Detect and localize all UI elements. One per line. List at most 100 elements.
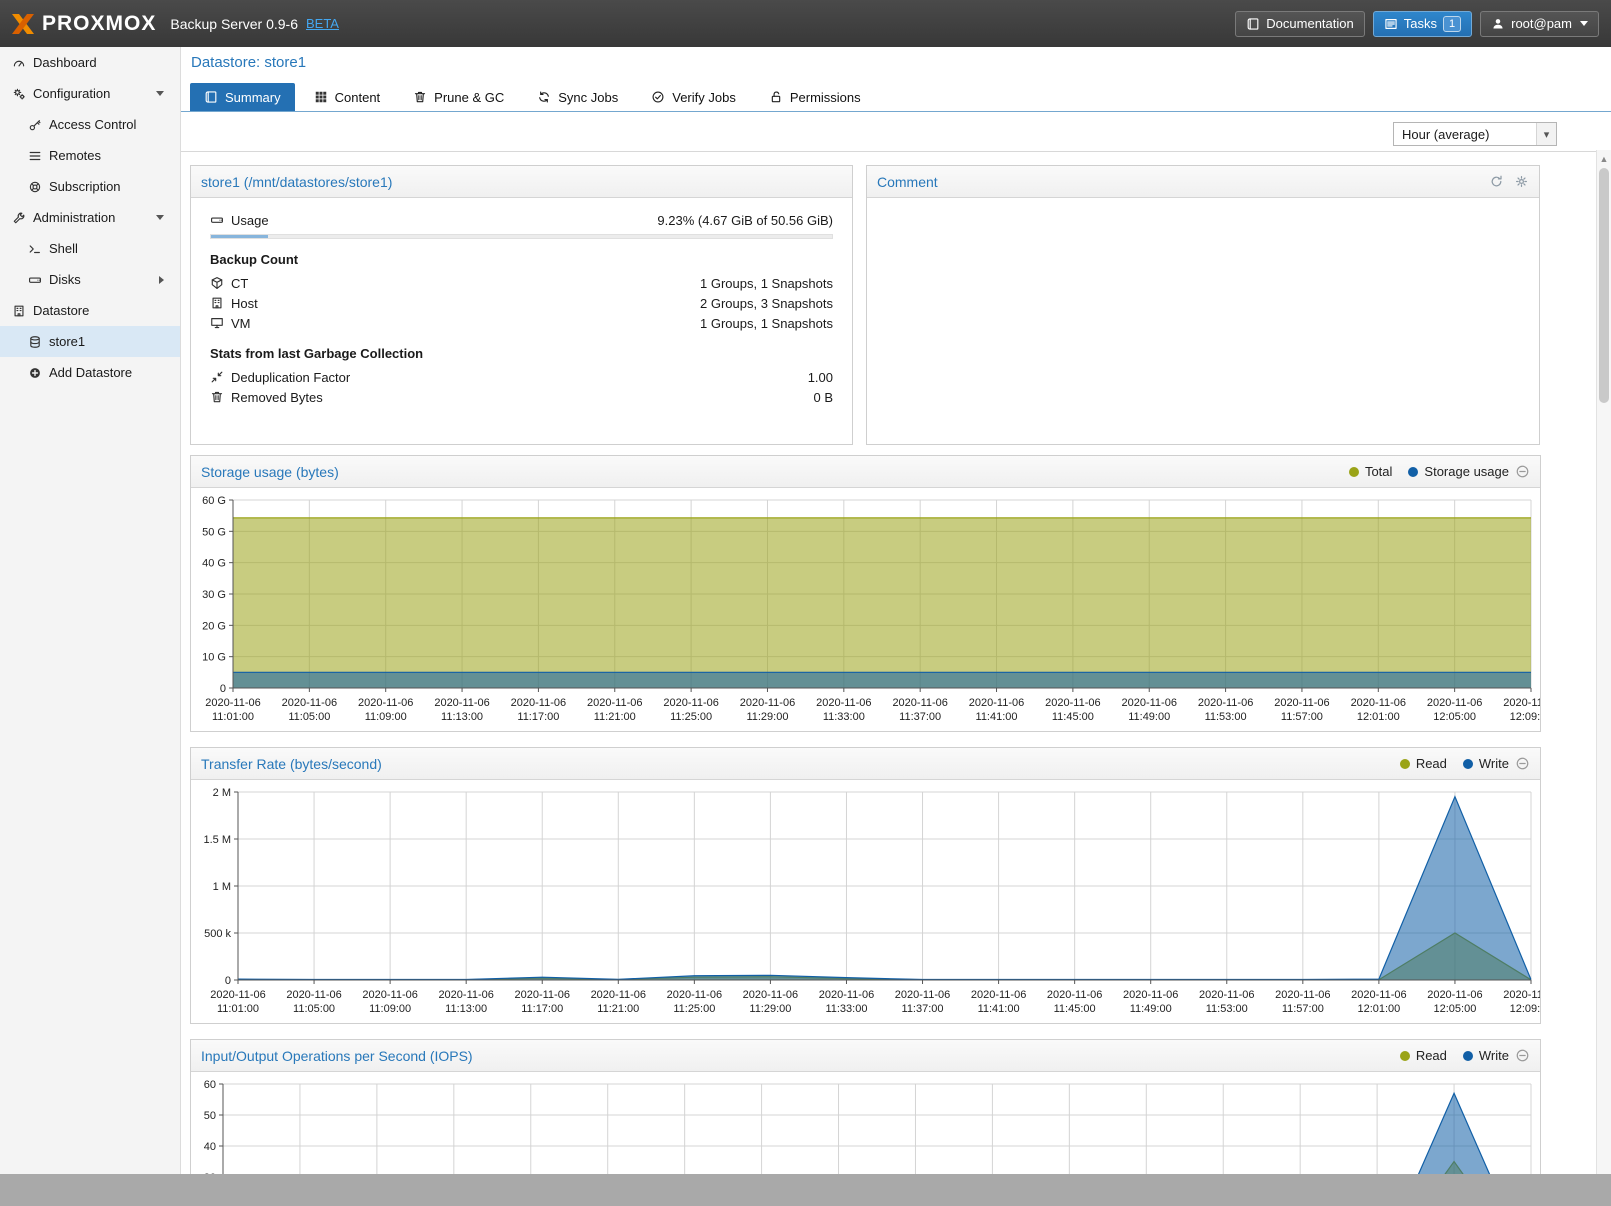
legend-item-read[interactable]: Read: [1400, 1048, 1447, 1063]
sidebar-item-configuration[interactable]: Configuration: [0, 78, 180, 109]
tab-permissions[interactable]: Permissions: [755, 83, 875, 111]
caret-right-icon[interactable]: [159, 276, 164, 284]
page-title: Datastore: store1: [191, 54, 306, 71]
svg-text:12:05:00: 12:05:00: [1434, 1003, 1477, 1015]
summary-panel-header: store1 (/mnt/datastores/store1): [191, 166, 852, 198]
svg-text:11:53:00: 11:53:00: [1205, 711, 1247, 723]
gc-stats-rows: Deduplication Factor1.00Removed Bytes0 B: [210, 367, 833, 407]
usage-value: 9.23% (4.67 GiB of 50.56 GiB): [657, 213, 833, 228]
proxmox-backup-app: PROXMOX Backup Server 0.9-6 BETA Documen…: [0, 0, 1611, 1206]
sidebar-item-subscription[interactable]: Subscription: [0, 171, 180, 202]
svg-text:11:05:00: 11:05:00: [288, 711, 330, 723]
sidebar-item-shell[interactable]: Shell: [0, 233, 180, 264]
hdd-icon: [28, 273, 42, 287]
beta-link[interactable]: BETA: [306, 16, 339, 31]
svg-text:2020-11-06: 2020-11-06: [286, 989, 341, 1001]
tab-verify-jobs[interactable]: Verify Jobs: [637, 83, 750, 111]
tab-summary[interactable]: Summary: [190, 83, 295, 111]
scrollbar-thumb[interactable]: [1599, 168, 1609, 403]
sidebar-item-access-control[interactable]: Access Control: [0, 109, 180, 140]
backup-count-rows: CT1 Groups, 1 SnapshotsHost2 Groups, 3 S…: [210, 273, 833, 333]
legend-item-storage-usage[interactable]: Storage usage: [1408, 464, 1509, 479]
vertical-scrollbar[interactable]: ▲: [1596, 150, 1611, 1206]
legend-dot: [1400, 759, 1410, 769]
summary-row: Removed Bytes0 B: [210, 387, 833, 407]
svg-text:2020-11-06: 2020-11-06: [1427, 697, 1482, 709]
sidebar-item-label: Subscription: [49, 179, 121, 194]
svg-text:11:17:00: 11:17:00: [521, 1003, 563, 1015]
backup-count-heading: Backup Count: [210, 252, 833, 267]
legend-item-total[interactable]: Total: [1349, 464, 1392, 479]
minus-circle-icon[interactable]: [1515, 464, 1530, 479]
svg-text:2020-11-06: 2020-11-06: [969, 697, 1024, 709]
caret-down-icon[interactable]: [156, 91, 164, 96]
sidebar-item-dashboard[interactable]: Dashboard: [0, 47, 180, 78]
chart-title: Input/Output Operations per Second (IOPS…: [201, 1048, 473, 1064]
legend-item-write[interactable]: Write: [1463, 1048, 1509, 1063]
timeframe-select[interactable]: Hour (average) ▾: [1393, 122, 1557, 146]
svg-text:2020-11-06: 2020-11-06: [1351, 697, 1406, 709]
svg-text:2020-11-06: 2020-11-06: [819, 989, 874, 1001]
tab-prune-gc[interactable]: Prune & GC: [399, 83, 518, 111]
sidebar-item-disks[interactable]: Disks: [0, 264, 180, 295]
summary-row: CT1 Groups, 1 Snapshots: [210, 273, 833, 293]
minus-circle-icon[interactable]: [1515, 756, 1530, 771]
svg-text:2020-11-06: 2020-11-06: [282, 697, 337, 709]
transfer-chart-header: Transfer Rate (bytes/second) ReadWrite: [191, 748, 1540, 780]
tab-label: Content: [335, 90, 381, 105]
header-actions: Documentation Tasks 1 root@pam: [1235, 11, 1599, 37]
svg-text:2020-11-06: 2020-11-06: [895, 989, 950, 1001]
grid-icon: [314, 90, 328, 104]
trash-icon: [413, 90, 427, 104]
documentation-button[interactable]: Documentation: [1235, 11, 1364, 37]
svg-text:11:45:00: 11:45:00: [1054, 1003, 1096, 1015]
svg-text:12:05:00: 12:05:00: [1433, 711, 1476, 723]
minus-circle-icon[interactable]: [1515, 1048, 1530, 1063]
chevron-down-icon: [1580, 21, 1588, 26]
svg-text:2020-11-06: 2020-11-06: [1123, 989, 1178, 1001]
svg-text:2020-11-06: 2020-11-06: [663, 697, 718, 709]
compress-icon: [210, 370, 224, 384]
svg-text:11:49:00: 11:49:00: [1128, 711, 1170, 723]
svg-text:2020-11-06: 2020-11-06: [358, 697, 413, 709]
svg-text:12:09:00: 12:09:00: [1510, 1003, 1540, 1015]
gear-icon[interactable]: [1514, 174, 1529, 189]
svg-text:11:53:00: 11:53:00: [1206, 1003, 1248, 1015]
chart-legend: Read Write: [1400, 756, 1509, 771]
sidebar-item-remotes[interactable]: Remotes: [0, 140, 180, 171]
svg-text:11:05:00: 11:05:00: [293, 1003, 335, 1015]
sync-icon: [537, 90, 551, 104]
comment-panel-tools: [1489, 174, 1529, 189]
svg-text:2020-11-06: 2020-11-06: [438, 989, 493, 1001]
svg-text:11:57:00: 11:57:00: [1281, 711, 1323, 723]
sidebar-item-administration[interactable]: Administration: [0, 202, 180, 233]
usage-progress-bar: [210, 234, 833, 239]
sidebar-item-datastore[interactable]: Datastore: [0, 295, 180, 326]
tab-sync-jobs[interactable]: Sync Jobs: [523, 83, 632, 111]
legend-item-read[interactable]: Read: [1400, 756, 1447, 771]
refresh-icon[interactable]: [1489, 174, 1504, 189]
tasks-count-badge: 1: [1443, 16, 1461, 32]
usage-row: Usage 9.23% (4.67 GiB of 50.56 GiB): [210, 210, 833, 230]
sidebar-item-store1[interactable]: store1: [0, 326, 180, 357]
scroll-up-arrow[interactable]: ▲: [1597, 152, 1611, 166]
row-label: Removed Bytes: [231, 390, 323, 405]
svg-text:2020-11-06: 2020-11-06: [816, 697, 871, 709]
svg-text:2020-11-06: 2020-11-06: [511, 697, 566, 709]
svg-text:11:01:00: 11:01:00: [217, 1003, 259, 1015]
datastore-summary-panel: store1 (/mnt/datastores/store1) Usage 9.…: [190, 165, 853, 445]
sidebar-item-label: Add Datastore: [49, 365, 132, 380]
brand-name: PROXMOX: [42, 12, 156, 36]
row-label: CT: [231, 276, 248, 291]
svg-text:11:29:00: 11:29:00: [746, 711, 788, 723]
sidebar-item-label: Access Control: [49, 117, 136, 132]
legend-item-write[interactable]: Write: [1463, 756, 1509, 771]
caret-down-icon[interactable]: [156, 215, 164, 220]
user-menu-button[interactable]: root@pam: [1480, 11, 1599, 37]
tab-content[interactable]: Content: [300, 83, 395, 111]
tasks-button[interactable]: Tasks 1: [1373, 11, 1472, 37]
storage-usage-chart-panel: Storage usage (bytes) TotalStorage usage…: [190, 455, 1541, 732]
svg-text:0: 0: [220, 683, 226, 695]
sidebar-item-add-datastore[interactable]: Add Datastore: [0, 357, 180, 388]
svg-text:2020-11-06: 2020-11-06: [667, 989, 722, 1001]
